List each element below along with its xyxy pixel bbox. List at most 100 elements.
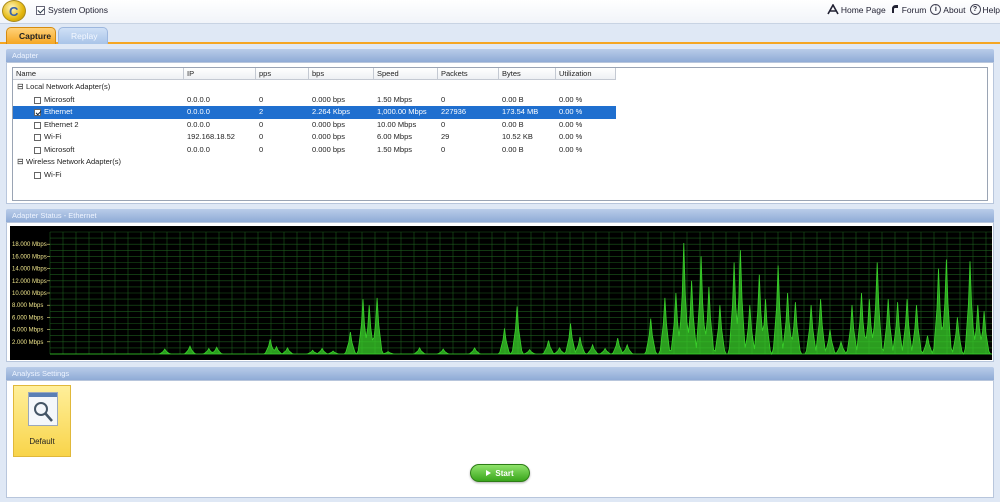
top-bar: C System Options Home Page Forum i About… [0, 0, 1000, 24]
column-header-packets[interactable]: Packets [438, 68, 499, 80]
collapse-icon[interactable]: ⊟ [17, 156, 24, 169]
bandwidth-graph: 18.000 Mbps 16.000 Mbps 14.000 Mbps 12.000 … [10, 226, 992, 360]
about-link[interactable]: i About [930, 4, 966, 15]
adapter-cell-speed: 1.50 Mbps [377, 94, 413, 104]
column-header-bps[interactable]: bps [309, 68, 374, 80]
analysis-settings-panel: Default Start [6, 380, 994, 498]
adapter-cell-speed: 1,000.00 Mbps [377, 107, 427, 116]
adapter-cell-bps: 2.264 Kbps [312, 107, 350, 116]
top-links: Home Page Forum i About ? Help [827, 4, 1000, 15]
default-profile-label: Default [29, 437, 55, 446]
adapter-row[interactable]: Wi-Fi [13, 169, 989, 182]
adapter-cell-bytes: 0.00 B [502, 144, 524, 154]
adapter-cell-ip: 0.0.0.0 [187, 119, 210, 129]
system-options-toggle[interactable]: System Options [36, 5, 108, 15]
adapter-cell-bps: 0.000 bps [312, 94, 345, 104]
adapter-cell-utilization: 0.00 % [559, 94, 583, 104]
home-page-link[interactable]: Home Page [827, 4, 886, 15]
y-axis-label: 6.000 Mbps [12, 315, 43, 321]
adapter-cell-name: Wi-Fi [44, 169, 62, 179]
adapter-cell-utilization: 0.00 % [559, 132, 583, 141]
adapter-group-label: Local Network Adapter(s) [26, 82, 111, 91]
y-axis-label: 10.000 Mbps [12, 291, 47, 297]
adapter-cell-packets: 227936 [441, 107, 467, 116]
column-header-ip[interactable]: IP [184, 68, 256, 80]
adapter-cell-bytes: 10.52 KB [502, 132, 533, 141]
tab-replay[interactable]: Replay [58, 27, 108, 44]
adapter-row[interactable]: Microsoft 0.0.0.0 0 0.000 bps 1.50 Mbps 0 0.00… [13, 144, 989, 157]
adapter-cell-bps: 0.000 bps [312, 119, 345, 129]
adapter-row[interactable]: Ethernet 0.0.0.0 2 2.264 Kbps 1,000.00 Mbps 2… [13, 106, 616, 119]
adapter-checkbox[interactable] [34, 96, 41, 104]
adapter-cell-pps: 0 [259, 94, 264, 104]
adapter-row[interactable]: Microsoft 0.0.0.0 0 0.000 bps 1.50 Mbps 0 0.00… [13, 94, 989, 107]
y-axis-label: 16.000 Mbps [12, 254, 47, 260]
adapter-checkbox[interactable] [34, 121, 41, 129]
adapter-cell-name: Microsoft [44, 144, 75, 154]
adapter-cell-packets: 29 [441, 132, 450, 141]
adapter-cell-pps: 2 [259, 107, 264, 116]
column-header-pps[interactable]: pps [256, 68, 309, 80]
column-header-name[interactable]: Name [13, 68, 184, 80]
y-axis-label: 8.000 Mbps [12, 303, 43, 309]
play-icon [486, 470, 492, 476]
column-header-speed[interactable]: Speed [374, 68, 438, 80]
adapter-cell-name: Ethernet [44, 107, 73, 116]
info-icon: i [930, 4, 942, 15]
adapter-cell-utilization: 0.00 % [559, 119, 583, 129]
y-axis-label: 4.000 Mbps [12, 328, 43, 334]
adapter-group[interactable]: ⊟ Local Network Adapter(s) [13, 81, 989, 94]
adapter-cell-bytes: 0.00 B [502, 94, 524, 104]
column-header-bytes[interactable]: Bytes [499, 68, 556, 80]
home-arrow-icon [827, 4, 839, 15]
help-icon: ? [969, 4, 981, 15]
adapter-cell-name: Wi-Fi [44, 132, 62, 141]
adapter-cell-speed: 10.00 Mbps [377, 119, 417, 129]
adapter-checkbox[interactable] [34, 134, 41, 141]
adapter-cell-bps: 0.000 bps [312, 132, 345, 141]
adapter-cell-packets: 0 [441, 94, 446, 104]
system-options-label: System Options [48, 5, 108, 15]
analysis-settings-header: Analysis Settings [6, 367, 994, 380]
adapter-table: Name IP pps bps Speed Packets Bytes Utilization… [12, 67, 988, 201]
adapter-cell-name: Ethernet 2 [44, 119, 79, 129]
adapter-cell-pps: 0 [259, 132, 264, 141]
column-header-utilization[interactable]: Utilization [556, 68, 616, 80]
adapter-status-panel: 18.000 Mbps 16.000 Mbps 14.000 Mbps 12.000 … [6, 222, 994, 362]
system-options-checkbox[interactable] [36, 5, 45, 15]
adapter-row[interactable]: Wi-Fi 192.168.18.52 0 0.000 bps 6.00 Mbps 29 1… [13, 131, 989, 144]
tab-bar: Capture Replay [0, 24, 1000, 44]
adapter-cell-utilization: 0.00 % [559, 107, 583, 116]
adapter-checkbox[interactable] [34, 109, 41, 116]
adapter-cell-name: Microsoft [44, 94, 75, 104]
adapter-status-header: Adapter Status - Ethernet [6, 209, 994, 222]
default-analysis-profile[interactable]: Default [13, 385, 71, 457]
adapter-panel: Name IP pps bps Speed Packets Bytes Utilization… [6, 62, 994, 204]
forum-link[interactable]: Forum [890, 4, 926, 15]
adapter-group[interactable]: ⊟ Wireless Network Adapter(s) [13, 156, 989, 169]
adapter-section-header: Adapter [6, 49, 994, 62]
adapter-cell-bytes: 0.00 B [502, 119, 524, 129]
adapter-cell-ip: 192.168.18.52 [187, 132, 235, 141]
adapter-checkbox[interactable] [34, 146, 41, 154]
adapter-cell-packets: 0 [441, 144, 446, 154]
start-button[interactable]: Start [470, 464, 530, 482]
help-link[interactable]: ? Help [969, 4, 1000, 15]
app-menu-orb-icon[interactable]: C [2, 0, 26, 22]
adapter-cell-pps: 0 [259, 144, 264, 154]
bandwidth-graph-svg: 18.000 Mbps 16.000 Mbps 14.000 Mbps 12.000 … [12, 231, 992, 356]
forum-icon [891, 5, 898, 13]
adapter-group-label: Wireless Network Adapter(s) [26, 157, 122, 166]
adapter-row[interactable]: Ethernet 2 0.0.0.0 0 0.000 bps 10.00 Mbps 0 0.… [13, 119, 989, 132]
bandwidth-series-area [50, 242, 992, 356]
adapter-cell-ip: 0.0.0.0 [187, 94, 210, 104]
collapse-icon[interactable]: ⊟ [17, 81, 24, 94]
adapter-cell-utilization: 0.00 % [559, 144, 583, 154]
adapter-cell-packets: 0 [441, 119, 446, 129]
y-axis-label: 2.000 Mbps [12, 340, 43, 346]
adapter-cell-bps: 0.000 bps [312, 144, 345, 154]
tab-capture[interactable]: Capture [6, 27, 56, 44]
adapter-cell-ip: 0.0.0.0 [187, 107, 210, 116]
adapter-cell-speed: 1.50 Mbps [377, 144, 413, 154]
adapter-checkbox[interactable] [34, 171, 41, 179]
